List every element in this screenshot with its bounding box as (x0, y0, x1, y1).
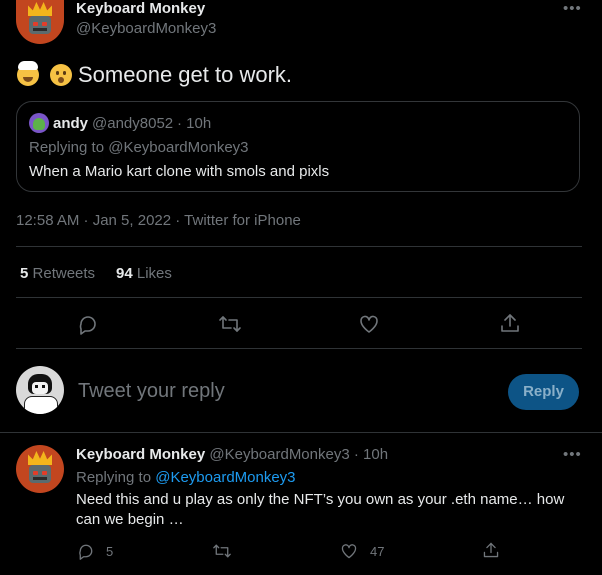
quote-author-handle: @andy8052 (92, 115, 174, 132)
reply-author-avatar[interactable] (16, 445, 64, 493)
replying-to-link[interactable]: @KeyboardMonkey3 (155, 469, 295, 486)
crown-graphic (28, 2, 52, 16)
quote-author-name: andy (53, 115, 89, 132)
current-user-avatar[interactable] (16, 366, 64, 414)
astonished-face-emoji (50, 64, 72, 86)
reply-share-icon[interactable] (482, 541, 500, 559)
replying-to-label: Replying to (76, 469, 152, 486)
author-name[interactable]: Keyboard Monkey (76, 0, 205, 17)
reply-author-handle[interactable]: @KeyboardMonkey3 (209, 446, 349, 463)
reply-time[interactable]: · 10h (354, 446, 388, 463)
retweets-count: 5 (20, 265, 29, 282)
reply-button[interactable]: Reply (508, 374, 579, 410)
reply-like-count: 47 (370, 544, 385, 559)
quote-author-avatar (29, 113, 49, 133)
likes-label: Likes (136, 265, 172, 282)
reply-text-line-1: Need this and u play as only the NFT’s y… (76, 491, 565, 508)
like-icon[interactable] (358, 313, 380, 335)
tweet-text: Someone get to work. (78, 62, 293, 87)
retweets-label: Retweets (32, 265, 96, 282)
author-handle[interactable]: @KeyboardMonkey3 (76, 20, 216, 37)
quote-replying-to: Replying to @KeyboardMonkey3 (29, 139, 249, 156)
crown-graphic (28, 451, 52, 465)
reply-reply-count: 5 (106, 544, 114, 559)
reply-reply-icon[interactable] (77, 542, 95, 560)
retweets-stat[interactable]: 5 Retweets (20, 265, 95, 282)
quote-text: When a Mario kart clone with smols and p… (29, 163, 330, 180)
quote-time: · 10h (177, 115, 212, 132)
reply-author-name[interactable]: Keyboard Monkey (76, 446, 205, 463)
reply-header: Keyboard Monkey @KeyboardMonkey3 · 10h (76, 446, 388, 463)
reply-text-line-2: can we begin … (76, 511, 184, 528)
more-icon[interactable]: ••• (563, 0, 582, 17)
likes-stat[interactable]: 94 Likes (116, 265, 172, 282)
divider (16, 297, 582, 298)
reply-more-icon[interactable]: ••• (563, 446, 582, 463)
reply-retweet-icon[interactable] (212, 542, 232, 560)
divider (16, 348, 582, 349)
reply-input[interactable]: Tweet your reply (78, 380, 478, 403)
reply-replying-to: Replying to @KeyboardMonkey3 (76, 469, 296, 486)
divider (16, 246, 582, 247)
share-icon[interactable] (499, 312, 521, 334)
monkey-face-graphic (29, 16, 51, 34)
divider (0, 432, 602, 433)
likes-count: 94 (116, 265, 133, 282)
tweet-timestamp[interactable]: 12:58 AM · Jan 5, 2022 · Twitter for iPh… (16, 212, 301, 229)
reply-like-icon[interactable] (340, 542, 358, 560)
exploding-head-emoji (17, 61, 39, 86)
reply-icon[interactable] (77, 313, 99, 335)
retweet-icon[interactable] (218, 313, 242, 335)
author-avatar[interactable] (16, 0, 64, 44)
monkey-face-graphic (29, 465, 51, 483)
